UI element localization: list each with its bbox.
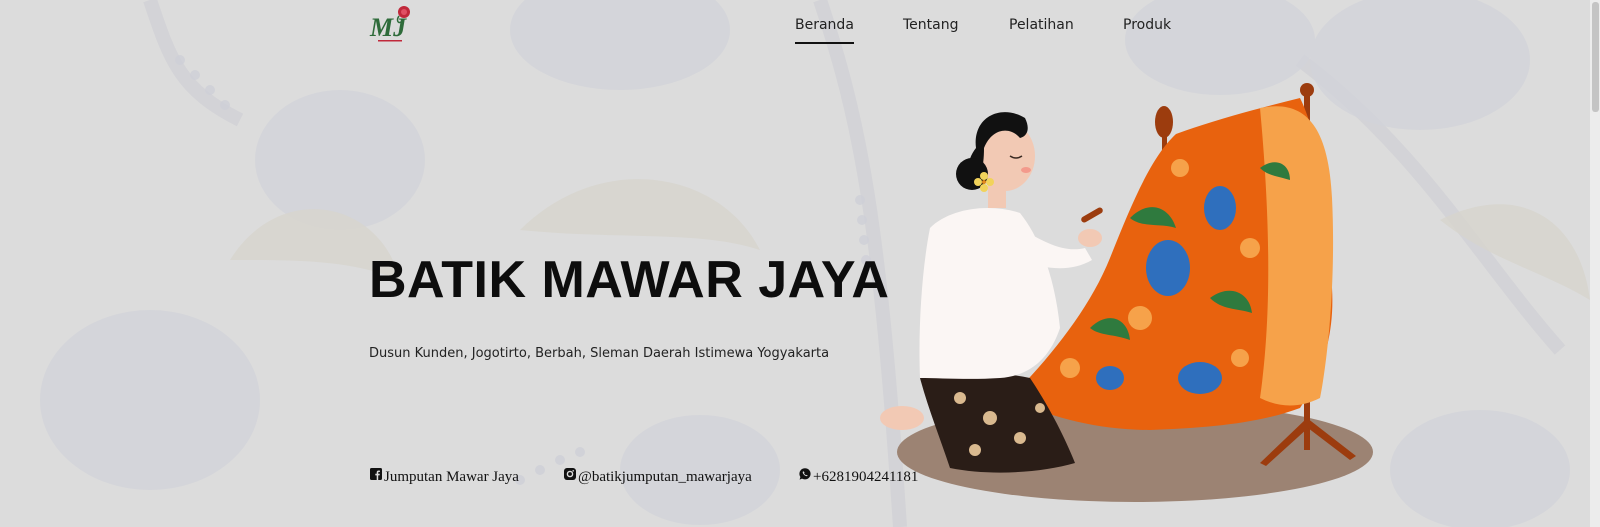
nav-item-beranda[interactable]: Beranda xyxy=(795,17,854,44)
instagram-label: @batikjumputan_mawarjaya xyxy=(578,469,752,485)
instagram-icon xyxy=(564,467,576,480)
scrollbar-thumb[interactable] xyxy=(1592,2,1599,112)
instagram-link[interactable]: @batikjumputan_mawarjaya xyxy=(564,467,752,486)
nav-item-pelatihan[interactable]: Pelatihan xyxy=(1009,17,1074,33)
facebook-label: Jumputan Mawar Jaya xyxy=(384,469,519,485)
woman-painting-batik-illustration xyxy=(880,83,1373,502)
nav-item-tentang[interactable]: Tentang xyxy=(903,17,959,33)
whatsapp-icon xyxy=(799,467,811,480)
hero-address: Dusun Kunden, Jogotirto, Berbah, Sleman … xyxy=(369,346,830,361)
facebook-link[interactable]: Jumputan Mawar Jaya xyxy=(370,467,519,486)
nav-item-produk[interactable]: Produk xyxy=(1123,17,1171,33)
hero-title: BATIK MAWAR JAYA xyxy=(369,251,890,309)
facebook-icon xyxy=(370,467,382,480)
main-navigation: Beranda Tentang Pelatihan Produk xyxy=(0,0,1600,46)
